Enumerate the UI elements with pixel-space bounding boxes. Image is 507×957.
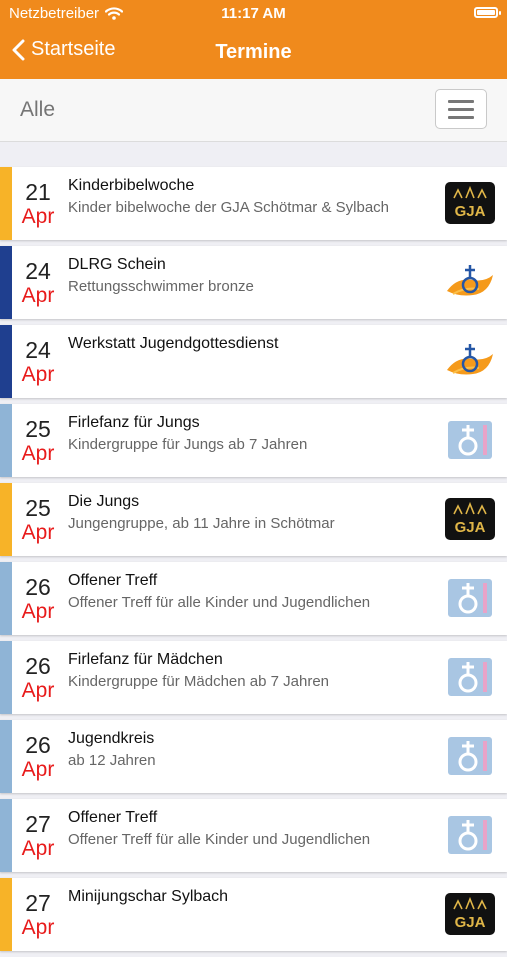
hamburger-line xyxy=(448,108,474,111)
event-title: Offener Treff xyxy=(68,809,158,826)
event-month: Apr xyxy=(21,442,55,465)
nav-bar: Startseite Termine xyxy=(0,28,507,79)
event-month: Apr xyxy=(21,916,55,939)
svg-text:GJA: GJA xyxy=(455,519,486,536)
event-row[interactable]: 21 Apr Kinderbibelwoche Kinder bibelwoche d… xyxy=(0,167,507,240)
event-day: 26 xyxy=(25,653,51,679)
gja-logo-icon: GJA xyxy=(445,182,495,224)
event-row[interactable]: 24 Apr Werkstatt Jugendgottesdienst xyxy=(0,325,507,398)
event-subtitle: Kindergruppe für Jungs ab 7 Jahren xyxy=(68,436,308,453)
event-title: Firlefanz für Mädchen xyxy=(68,651,223,668)
category-color-bar xyxy=(0,483,12,556)
event-subtitle: Rettungsschwimmer bronze xyxy=(68,278,254,295)
event-subtitle: Kindergruppe für Mädchen ab 7 Jahren xyxy=(68,673,330,690)
event-day: 26 xyxy=(25,574,51,600)
kids-emblem-icon xyxy=(445,419,495,461)
event-title: Firlefanz für Jungs xyxy=(68,414,200,431)
event-day: 25 xyxy=(25,495,51,521)
category-color-bar xyxy=(0,246,12,319)
event-day: 26 xyxy=(25,732,51,758)
kids-emblem-icon xyxy=(445,814,495,856)
event-list: 21 Apr Kinderbibelwoche Kinder bibelwoche d… xyxy=(0,167,507,957)
event-title: Die Jungs xyxy=(68,493,140,510)
event-month: Apr xyxy=(21,284,55,307)
kids-emblem-icon xyxy=(445,735,495,777)
menu-button[interactable] xyxy=(435,89,487,129)
event-title: Kinderbibelwoche xyxy=(68,177,195,194)
event-subtitle: Kinder bibelwoche der GJA Schötmar & Syl… xyxy=(68,199,389,216)
event-row[interactable]: 27 Apr Offener Treff Offener Treff für alle… xyxy=(0,799,507,872)
hamburger-line xyxy=(448,116,474,119)
event-day: 25 xyxy=(25,416,51,442)
event-day: 21 xyxy=(25,179,51,205)
event-row[interactable]: 25 Apr Firlefanz für Jungs Kindergruppe für… xyxy=(0,404,507,477)
event-day: 27 xyxy=(25,890,51,916)
event-title: Minijungschar Sylbach xyxy=(68,888,229,905)
category-color-bar xyxy=(0,562,12,635)
kids-emblem-icon xyxy=(445,577,495,619)
category-color-bar xyxy=(0,641,12,714)
cross-emblem-icon xyxy=(445,340,495,382)
event-day: 24 xyxy=(25,258,51,284)
gja-logo-icon: GJA xyxy=(445,498,495,540)
event-row[interactable]: 27 Apr Minijungschar Sylbach GJA xyxy=(0,878,507,951)
event-row[interactable]: 24 Apr DLRG Schein Rettungsschwimmer bronze xyxy=(0,246,507,319)
event-title: Offener Treff xyxy=(68,572,158,589)
category-color-bar xyxy=(0,167,12,240)
back-label: Startseite xyxy=(31,38,116,60)
svg-text:GJA: GJA xyxy=(455,203,486,220)
svg-text:GJA: GJA xyxy=(455,914,486,931)
event-title: Werkstatt Jugendgottesdienst xyxy=(68,335,279,352)
event-row[interactable]: 26 Apr Firlefanz für Mädchen Kindergruppe f… xyxy=(0,641,507,714)
event-subtitle: Jungengruppe, ab 11 Jahre in Schötmar xyxy=(68,515,335,532)
event-title: Jugendkreis xyxy=(68,730,155,747)
event-title: DLRG Schein xyxy=(68,256,166,273)
category-color-bar xyxy=(0,404,12,477)
event-month: Apr xyxy=(21,521,55,544)
event-month: Apr xyxy=(21,837,55,860)
event-day: 27 xyxy=(25,811,51,837)
chevron-left-icon xyxy=(12,39,25,60)
event-month: Apr xyxy=(21,205,55,228)
gja-logo-icon: GJA xyxy=(445,893,495,935)
kids-emblem-icon xyxy=(445,656,495,698)
event-subtitle: Offener Treff für alle Kinder und Jugend… xyxy=(68,831,371,848)
battery-icon xyxy=(474,7,501,18)
status-bar: Netzbetreiber 11:17 AM xyxy=(0,0,507,28)
hamburger-line xyxy=(448,100,474,103)
event-month: Apr xyxy=(21,363,55,386)
category-color-bar xyxy=(0,325,12,398)
event-month: Apr xyxy=(21,758,55,781)
event-subtitle: ab 12 Jahren xyxy=(68,752,156,769)
cross-emblem-icon xyxy=(445,261,495,303)
event-row[interactable]: 26 Apr Jugendkreis ab 12 Jahren xyxy=(0,720,507,793)
category-color-bar xyxy=(0,720,12,793)
category-color-bar xyxy=(0,878,12,951)
event-month: Apr xyxy=(21,679,55,702)
back-button[interactable]: Startseite xyxy=(12,38,115,61)
category-color-bar xyxy=(0,799,12,872)
filter-bar: Alle xyxy=(0,79,507,142)
event-row[interactable]: 25 Apr Die Jungs Jungengruppe, ab 11 Jahre … xyxy=(0,483,507,556)
event-subtitle: Offener Treff für alle Kinder und Jugend… xyxy=(68,594,371,611)
filter-label[interactable]: Alle xyxy=(20,98,55,122)
event-day: 24 xyxy=(25,337,51,363)
status-time: 11:17 AM xyxy=(221,5,286,22)
event-row[interactable]: 26 Apr Offener Treff Offener Treff für alle… xyxy=(0,562,507,635)
event-month: Apr xyxy=(21,600,55,623)
